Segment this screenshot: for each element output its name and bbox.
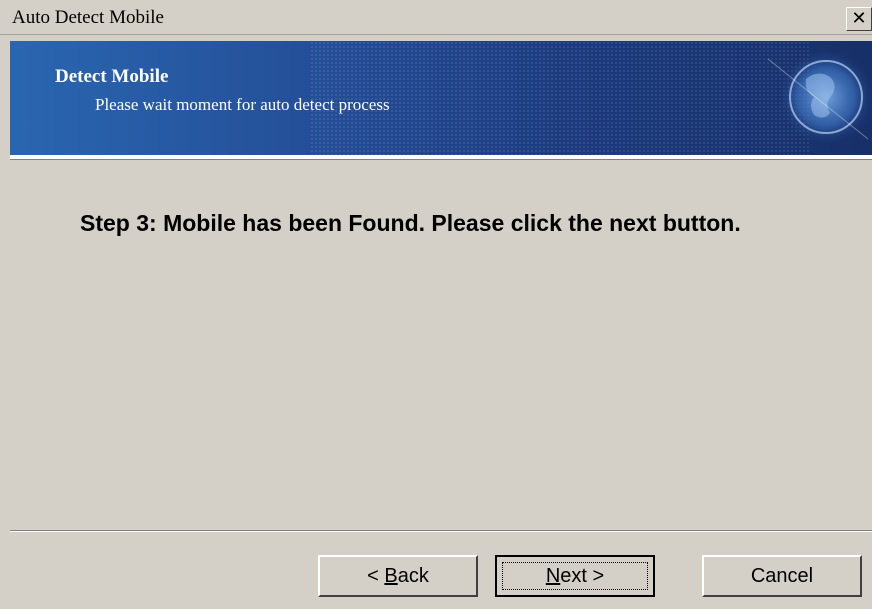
auto-detect-dialog: Auto Detect Mobile ✕ Detect Mobile Pleas… — [0, 0, 872, 609]
window-title: Auto Detect Mobile — [12, 7, 164, 28]
header-banner: Detect Mobile Please wait moment for aut… — [10, 41, 872, 155]
banner-title: Detect Mobile — [55, 66, 169, 87]
next-label: Next > — [546, 565, 604, 587]
banner-divider — [10, 155, 872, 160]
cancel-button[interactable]: Cancel — [702, 555, 862, 597]
back-label-accel: B — [384, 565, 398, 587]
back-button[interactable]: < Back — [318, 555, 478, 597]
next-label-rest: ext > — [560, 565, 605, 587]
cancel-label: Cancel — [750, 565, 814, 587]
footer-divider — [10, 530, 872, 532]
banner-subtitle: Please wait moment for auto detect proce… — [95, 95, 390, 114]
next-label-accel: N — [545, 565, 561, 587]
next-button[interactable]: Next > — [495, 555, 655, 597]
step-message: Step 3: Mobile has been Found. Please cl… — [80, 210, 741, 236]
close-button[interactable]: ✕ — [846, 7, 872, 31]
title-bar[interactable]: Auto Detect Mobile ✕ — [0, 0, 872, 35]
back-label-rest: ack — [397, 565, 429, 587]
close-icon: ✕ — [851, 8, 867, 29]
globe-icon — [767, 49, 872, 145]
back-label-prefix: < — [367, 565, 385, 587]
